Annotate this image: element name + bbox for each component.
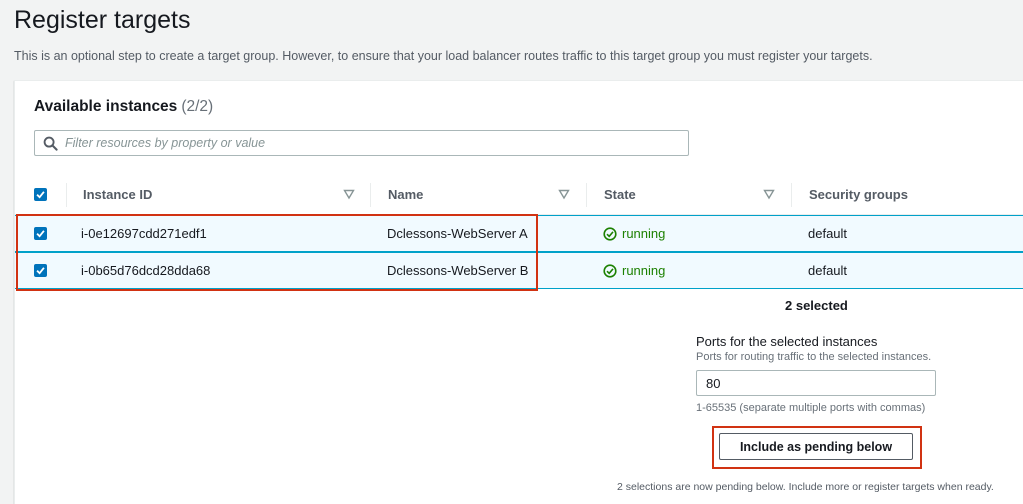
instance-state: running [622,226,666,241]
instance-state: running [622,263,666,278]
table-row[interactable]: i-0e12697cdd271edf1 Dclessons-WebServer … [15,215,1023,252]
filter-box[interactable] [34,130,689,156]
instance-name: Dclessons-WebServer B [387,263,529,278]
page-description: This is an optional step to create a tar… [14,49,873,63]
search-icon [43,136,58,151]
column-divider [66,183,67,207]
register-targets-page: Register targets This is an optional ste… [0,0,1023,504]
include-as-pending-button[interactable]: Include as pending below [719,433,913,460]
selected-count: 2 selected [785,298,848,313]
available-instances-panel: Available instances(2/2) Instance ID Nam… [14,80,1023,504]
column-divider [791,183,792,207]
column-header-name[interactable]: Name [388,175,423,215]
check-circle-icon [603,264,617,278]
checkmark-icon [36,267,45,275]
checkmark-icon [36,191,45,199]
column-divider [586,183,587,207]
security-group: default [808,226,848,241]
page-title: Register targets [14,6,191,34]
row-checkbox[interactable] [34,227,47,240]
security-group: default [808,263,848,278]
column-header-security-groups[interactable]: Security groups [809,175,908,215]
filter-input[interactable] [65,133,675,153]
column-divider [370,183,371,207]
select-all-checkbox[interactable] [34,188,47,201]
ports-description: Ports for routing traffic to the selecte… [696,351,932,363]
table-row[interactable]: i-0b65d76dcd28dda68 Dclessons-WebServer … [15,252,1023,289]
sort-caret-icon[interactable] [763,188,775,200]
instance-id: i-0e12697cdd271edf1 [81,226,207,241]
checkmark-icon [36,230,45,238]
instance-name: Dclessons-WebServer A [387,226,528,241]
sort-caret-icon[interactable] [343,188,355,200]
table-header: Instance ID Name State Security groups [15,175,1023,215]
row-checkbox[interactable] [34,264,47,277]
check-circle-icon [603,227,617,241]
column-header-state[interactable]: State [604,175,636,215]
ports-input[interactable] [696,370,936,396]
column-header-instance-id[interactable]: Instance ID [83,175,152,215]
ports-hint: 1-65535 (separate multiple ports with co… [696,402,926,414]
instance-id: i-0b65d76dcd28dda68 [81,263,211,278]
sort-caret-icon[interactable] [558,188,570,200]
panel-heading-label: Available instances [34,98,178,115]
ports-label: Ports for the selected instances [696,334,878,349]
instance-count: (2/2) [181,98,214,115]
pending-note: 2 selections are now pending below. Incl… [617,481,994,493]
panel-heading: Available instances (2/2) [34,98,213,116]
